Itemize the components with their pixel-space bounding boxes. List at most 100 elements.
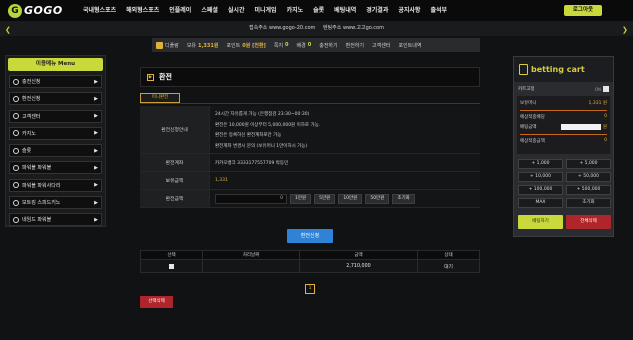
cart-title: betting cart (531, 65, 585, 74)
nav-overseas-sports[interactable]: 해외형스포츠 (121, 0, 164, 21)
quick-50k-button[interactable]: 5만원 (314, 193, 336, 204)
main-nav: 국내형스포츠 해외형스포츠 인플레이 스페셜 실시간 미니게임 카지노 슬롯 베… (78, 0, 452, 21)
nav-casino[interactable]: 카지노 (282, 0, 309, 21)
guide-line: 24시간 자유롭게 가능 (은행점검 23:30~00:30) (215, 112, 310, 117)
amount-input[interactable]: 0 (215, 193, 287, 204)
col-amount: 금액 (300, 251, 418, 259)
balance-row: 보유금액 1,331 (140, 172, 480, 190)
bet-info[interactable]: 배경 0 (293, 42, 316, 49)
cart-actions: 베팅하기 전체삭제 (518, 215, 611, 229)
add-500000-button[interactable]: + 500,000 (566, 185, 611, 195)
row-date (203, 260, 300, 272)
max-button[interactable]: MAX (518, 198, 563, 208)
nav-bet-history[interactable]: 베팅내역 (329, 0, 361, 21)
guide-line: 환전은 10,000원 이상부터 5,000,000원 이하로 가능. (215, 122, 321, 128)
chevron-left-icon[interactable]: ❮ (5, 26, 11, 34)
quick-10k-button[interactable]: 1만원 (290, 193, 312, 204)
arrow-right-icon: ▶ (94, 78, 98, 85)
sidebar-item-powerball[interactable]: 파워볼 파워볼 ▶ (9, 161, 102, 175)
circle-icon (13, 182, 19, 189)
user-info-bar: 디플랑 보유 1,331원 포인트 0원 [전환] 쪽지 0 배경 0 충전하기 환전하… (152, 38, 480, 52)
nav-minigame[interactable]: 미니게임 (249, 0, 281, 21)
balance-value: 1,331 (210, 172, 480, 189)
bet-amount-input[interactable] (560, 124, 601, 131)
logout-button[interactable]: 로그아웃 (564, 5, 602, 16)
username: 디플랑 (152, 41, 183, 49)
table-row: 2,710,000 대기 (140, 260, 480, 273)
circle-icon (13, 113, 19, 120)
nav-live[interactable]: 실시간 (223, 0, 250, 21)
quick-500k-button[interactable]: 50만원 (365, 193, 390, 204)
add-1000-button[interactable]: + 1,000 (518, 159, 563, 169)
level-badge-icon (156, 41, 163, 49)
points-history-link[interactable]: 포인트내역 (394, 42, 425, 49)
guide-line: 환전계좌 변경시 문의 (보유머니 1만이하시 가능) (215, 143, 308, 149)
sidebar-item-slot[interactable]: 슬롯 ▶ (9, 144, 102, 158)
sidebar-item-support[interactable]: 고객센터 ▶ (9, 109, 102, 123)
cart-line-expected: 예상적중금액 0 (520, 138, 607, 144)
sidebar-menu: 이용메뉴 Menu 충전신청 ▶ 환전신청 ▶ 고객센터 ▶ 카지노 ▶ 슬롯 ▶ 파워볼… (5, 55, 106, 227)
point-info[interactable]: 포인트 0원 [전환] (222, 42, 269, 49)
quick-reset-button[interactable]: 초기화 (392, 193, 415, 204)
exchange-submit-button[interactable]: 환전신청 (287, 229, 333, 243)
primary-address: 접속주소 www.gogo-20.com (249, 25, 316, 31)
balance-label: 보유금액 (140, 172, 210, 189)
place-bet-button[interactable]: 베팅하기 (518, 215, 563, 229)
add-5000-button[interactable]: + 5,000 (566, 159, 611, 169)
sidebar-item-charge[interactable]: 충전신청 ▶ (9, 75, 102, 88)
circle-icon (13, 95, 19, 102)
circle-icon (13, 147, 19, 154)
gogo-logo[interactable]: G GOGO (8, 3, 63, 18)
sidebar-item-power-ladder[interactable]: 파워볼 파워사다리 ▶ (9, 178, 102, 192)
row-checkbox[interactable] (169, 263, 174, 269)
sidebar-item-casino[interactable]: 카지노 ▶ (9, 126, 102, 140)
add-100000-button[interactable]: + 100,000 (518, 185, 563, 195)
note-info[interactable]: 쪽지 0 (270, 42, 293, 49)
charge-link[interactable]: 충전하기 (315, 42, 341, 49)
guide-label: 환전신청안내 (140, 106, 210, 153)
tab-divider (140, 103, 480, 104)
page-header: ▶ 환전 (140, 67, 480, 87)
sidebar-item-named-powerball[interactable]: 네임드 파워볼 ▶ (9, 213, 102, 227)
clear-cart-button[interactable]: 전체삭제 (566, 215, 611, 229)
betting-cart: betting cart 카트고정 ON 보유머니 1,331 원 예상적중배당 0… (513, 56, 614, 237)
logo-text: GOGO (24, 4, 63, 17)
sidebar-item-exchange[interactable]: 환전신청 ▶ (9, 92, 102, 106)
cart-line-bet-amount: 배팅금액 원 (520, 124, 607, 131)
arrow-right-icon: ▶ (94, 95, 98, 102)
logo-mark-icon: G (8, 3, 22, 18)
cart-fix-toggle[interactable] (603, 86, 609, 92)
circle-icon (13, 130, 19, 137)
add-50000-button[interactable]: + 50,000 (566, 172, 611, 182)
sidebar-header: 이용메뉴 Menu (8, 58, 103, 71)
nav-special[interactable]: 스페셜 (196, 0, 223, 21)
add-10000-button[interactable]: + 10,000 (518, 172, 563, 182)
nav-inplay[interactable]: 인플레이 (164, 0, 196, 21)
delete-selected-button[interactable]: 선택삭제 (140, 296, 173, 308)
nav-notice[interactable]: 공지사항 (393, 0, 425, 21)
support-link[interactable]: 고객센터 (368, 42, 394, 49)
money-info: 보유 1,331원 (186, 42, 219, 49)
nav-results[interactable]: 경기결과 (361, 0, 393, 21)
col-select: 선택 (141, 251, 203, 259)
play-icon: ▶ (147, 73, 154, 81)
tab-mini-exchange[interactable]: 미니환전 (140, 93, 180, 103)
chevron-right-icon[interactable]: ❯ (622, 26, 628, 34)
address-bar: 접속주소 www.gogo-20.com 텐팅주소 www.고고go.com (0, 21, 633, 36)
arrow-right-icon: ▶ (94, 182, 98, 189)
row-status: 대기 (444, 264, 453, 270)
sidebar-item-speed-keno[interactable]: 보트킹 스피드키노 ▶ (9, 196, 102, 210)
reset-button[interactable]: 초기화 (566, 198, 611, 208)
pagination-page[interactable]: 1 (305, 284, 315, 294)
col-status: 상태 (444, 253, 453, 258)
nav-slot[interactable]: 슬롯 (308, 0, 329, 21)
arrow-right-icon: ▶ (94, 199, 98, 206)
nav-attendance[interactable]: 출석부 (425, 0, 452, 21)
history-header: 선택 처리날짜 금액 상태 (140, 250, 480, 260)
row-amount: 2,710,000 (300, 260, 418, 272)
nav-domestic-sports[interactable]: 국내형스포츠 (78, 0, 121, 21)
circle-icon (13, 216, 19, 223)
exchange-link[interactable]: 환전하기 (342, 42, 368, 49)
account-value: 카카오뱅크 3333177557709 박동민 (210, 154, 480, 171)
quick-100k-button[interactable]: 10만원 (338, 193, 363, 204)
